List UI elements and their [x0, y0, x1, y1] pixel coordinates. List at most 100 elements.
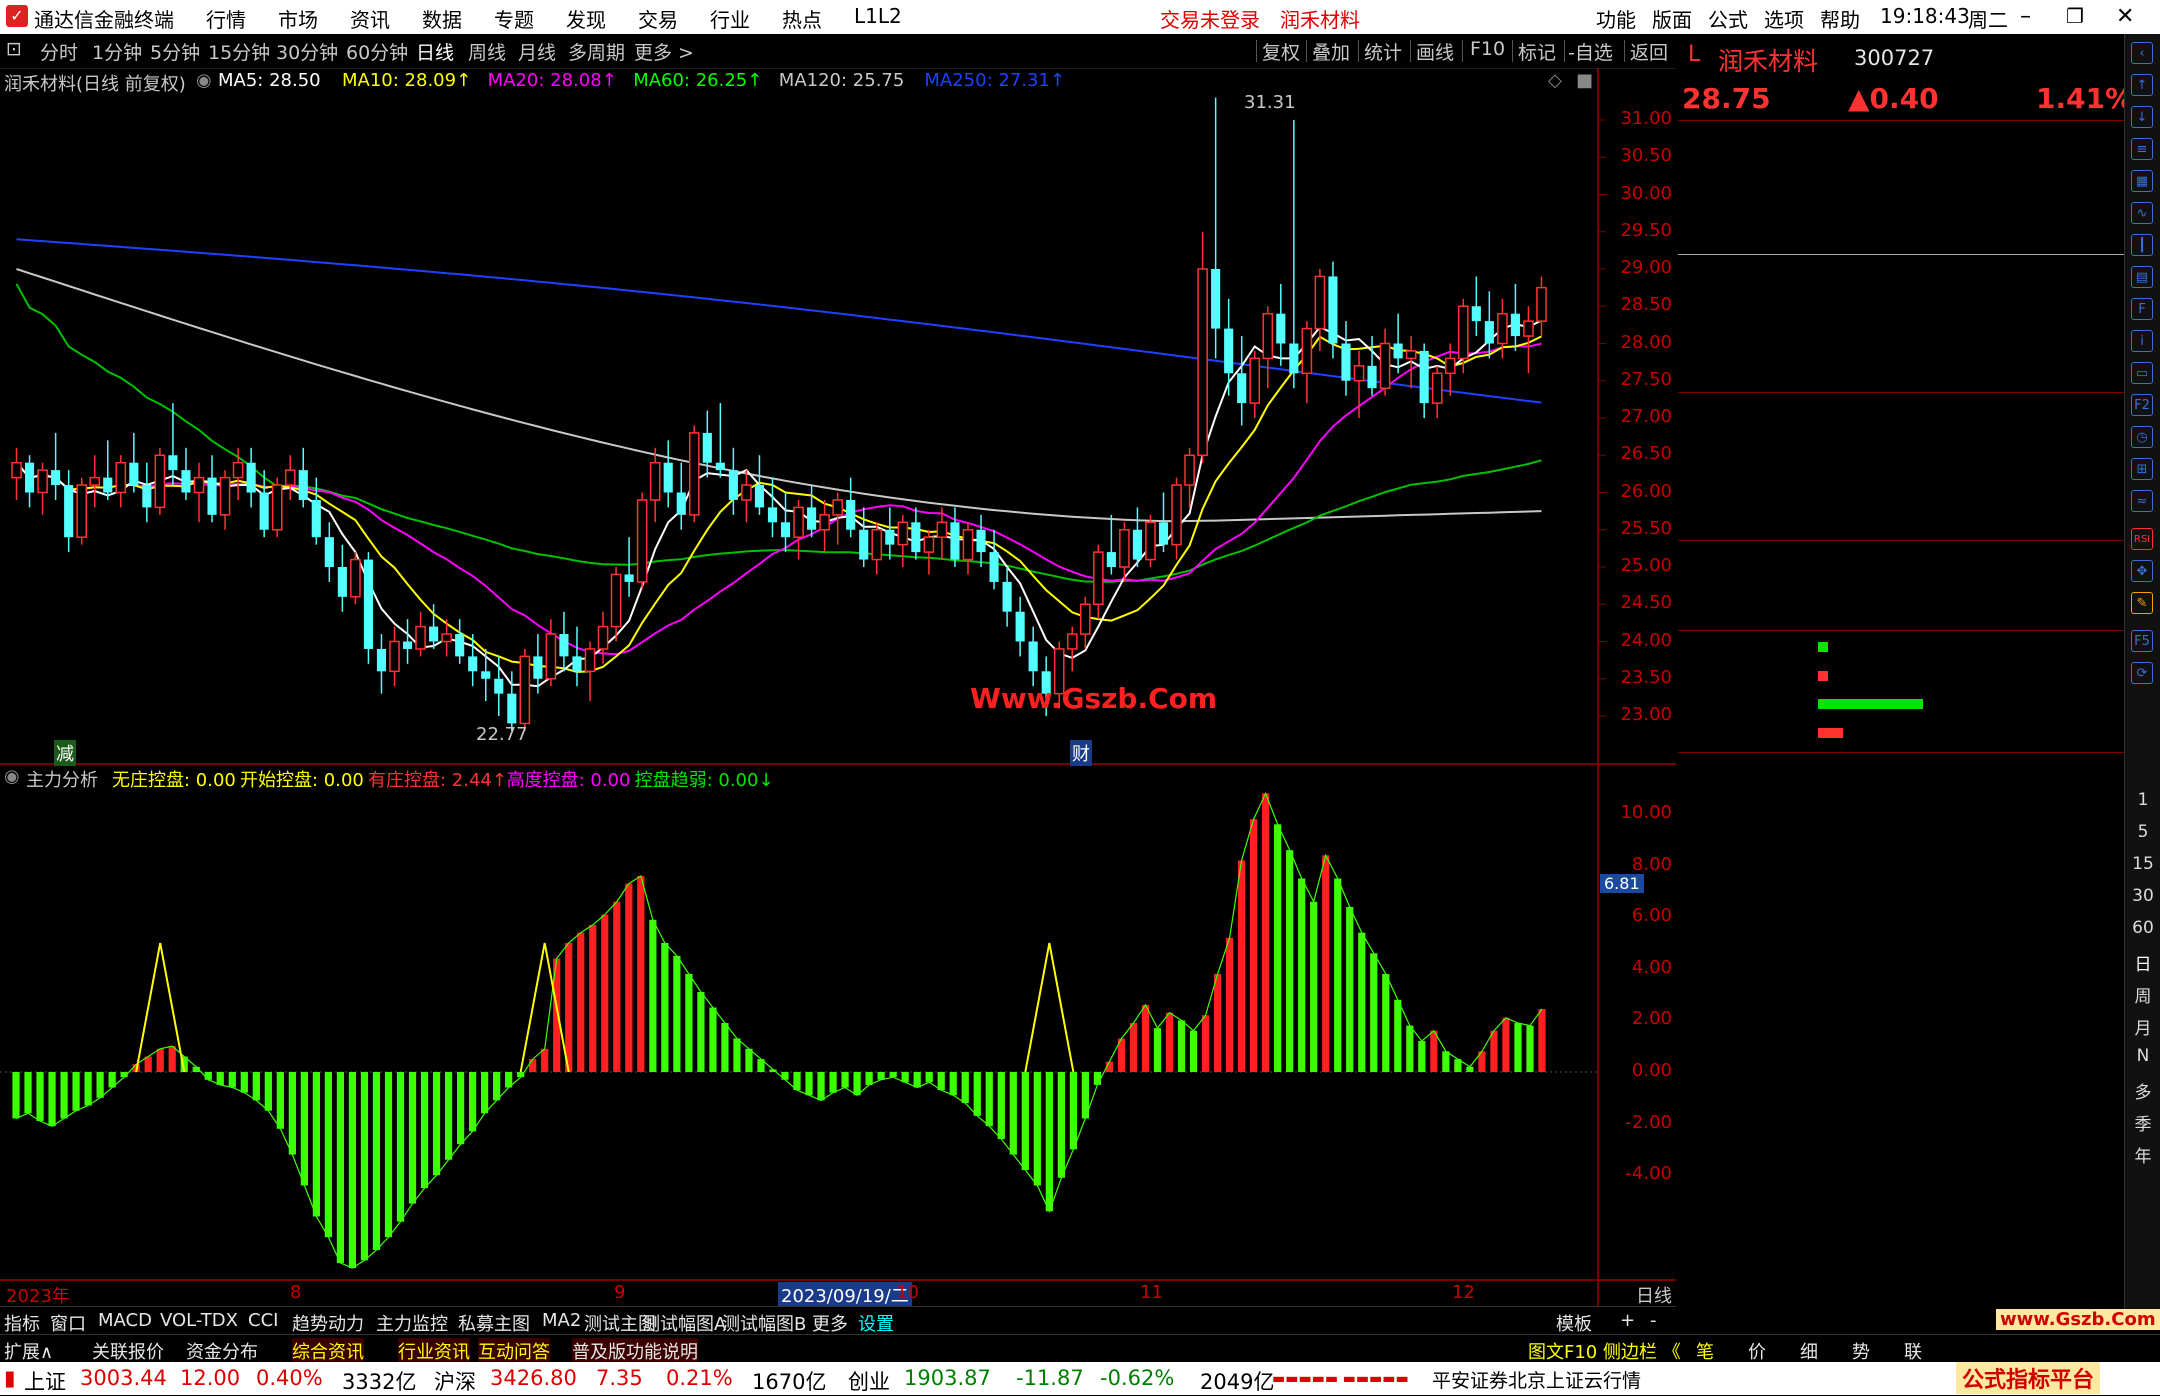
clock-icon[interactable]: ◷ — [2131, 426, 2153, 448]
period-60min[interactable]: 60分钟 — [346, 38, 408, 65]
stat-row[interactable] — [1678, 425, 2124, 452]
move-icon[interactable]: ✥ — [2131, 560, 2153, 582]
table-icon[interactable]: ▤ — [2131, 266, 2153, 288]
tick-row[interactable] — [1678, 1164, 2124, 1191]
candle-chart-icon[interactable]: ┃ — [2131, 234, 2153, 256]
menu-layout[interactable]: 版面 — [1652, 4, 1692, 33]
tool-f10[interactable]: F10 — [1470, 38, 1505, 60]
indicator-tab[interactable]: 主力监控 — [376, 1310, 448, 1336]
date-axis-period[interactable]: 日线 — [1636, 1282, 1672, 1308]
tool-adjust[interactable]: 复权 — [1262, 38, 1300, 65]
chart-compare-icon[interactable]: ⊞ — [2131, 458, 2153, 480]
sz-index-name[interactable]: 沪深 — [434, 1366, 476, 1396]
bid-level-row[interactable] — [1678, 366, 2124, 393]
template-control[interactable]: + — [1620, 1310, 1635, 1331]
ask-level-row[interactable] — [1678, 122, 2124, 149]
info-tab[interactable]: 行业资讯 — [398, 1338, 470, 1364]
info-tab[interactable]: 互动问答 — [478, 1338, 550, 1364]
tick-row[interactable] — [1678, 974, 2124, 1001]
menu-industry[interactable]: 行业 — [710, 4, 750, 33]
stat2-row[interactable] — [1678, 601, 2124, 628]
chart-pin-icon[interactable]: ■ — [1576, 70, 1593, 91]
ask-level-row[interactable] — [1678, 176, 2124, 203]
tick-row[interactable] — [1678, 1082, 2124, 1109]
indicator-tab[interactable]: 窗口 — [50, 1310, 86, 1336]
tick-row[interactable] — [1678, 783, 2124, 810]
tick-row[interactable] — [1678, 865, 2124, 892]
arrow-up-icon[interactable]: ↑ — [2131, 74, 2153, 96]
pencil-icon[interactable]: ✎ — [2131, 592, 2153, 614]
stat-row[interactable] — [1678, 396, 2124, 423]
refresh-icon[interactable]: ⟳ — [2131, 662, 2153, 684]
mark-reduce-badge[interactable]: 减 — [54, 740, 76, 766]
tick-row[interactable] — [1678, 1001, 2124, 1028]
tick-row[interactable] — [1678, 1028, 2124, 1055]
indicator-tab[interactable]: 设置 — [858, 1310, 894, 1336]
tick-row[interactable] — [1678, 1246, 2124, 1273]
side-period-item[interactable]: 60 — [2125, 918, 2160, 938]
menu-options[interactable]: 选项 — [1764, 4, 1804, 33]
close-icon[interactable]: ✕ — [2116, 4, 2134, 29]
side-period-item[interactable]: 周 — [2125, 982, 2160, 1007]
stat-row[interactable] — [1678, 482, 2124, 509]
ask-level-row[interactable] — [1678, 230, 2124, 257]
stat-row[interactable] — [1678, 510, 2124, 537]
tick-row[interactable] — [1678, 1191, 2124, 1218]
side-period-item[interactable]: N — [2125, 1046, 2160, 1066]
fund-flow-row[interactable] — [1678, 634, 2124, 661]
info-tab[interactable]: 普及版功能说明 — [572, 1338, 698, 1364]
menu-quotes[interactable]: 行情 — [206, 4, 246, 33]
panel-tab[interactable]: 势 — [1852, 1338, 1870, 1364]
menu-news[interactable]: 资讯 — [350, 4, 390, 33]
candle[interactable] — [76, 477, 87, 545]
menu-function[interactable]: 功能 — [1596, 4, 1636, 33]
tool-watchlist[interactable]: -自选 — [1568, 38, 1613, 65]
quote-list-icon[interactable]: ≡ — [2131, 138, 2153, 160]
indicator-tab[interactable]: 测试幅图B — [722, 1310, 806, 1336]
menu-help[interactable]: 帮助 — [1820, 4, 1860, 33]
chart-expand-icon[interactable]: ◇ — [1548, 70, 1562, 91]
info-tab[interactable]: 综合资讯 — [292, 1338, 364, 1364]
side-period-item[interactable]: 30 — [2125, 886, 2160, 906]
indicator-settings-icon[interactable]: ◉ — [4, 766, 20, 787]
fund-flow-row[interactable] — [1678, 720, 2124, 747]
minimize-icon[interactable]: – — [2020, 4, 2031, 29]
panel-stock-name[interactable]: 润禾材料 — [1718, 42, 1818, 78]
side-period-item[interactable]: 多 — [2125, 1078, 2160, 1103]
panel-tab[interactable]: 细 — [1800, 1338, 1818, 1364]
stat-row[interactable] — [1678, 453, 2124, 480]
candle[interactable] — [688, 425, 700, 523]
cy-index-name[interactable]: 创业 — [848, 1366, 890, 1396]
indicator-tab[interactable]: 私募主图 — [458, 1310, 530, 1336]
arrow-down-icon[interactable]: ↓ — [2131, 106, 2153, 128]
menu-market[interactable]: 市场 — [278, 4, 318, 33]
period-more[interactable]: 更多 > — [634, 38, 694, 65]
bid-level-row[interactable] — [1678, 339, 2124, 366]
candle[interactable] — [1145, 514, 1156, 567]
panel-tab[interactable]: 笔 — [1696, 1338, 1714, 1364]
candle[interactable] — [350, 552, 361, 605]
candle[interactable] — [363, 552, 373, 664]
indicator-tab[interactable]: 测试幅图A — [642, 1310, 726, 1336]
tick-row[interactable] — [1678, 1137, 2124, 1164]
menu-topics[interactable]: 专题 — [494, 4, 534, 33]
period-1min[interactable]: 1分钟 — [92, 38, 142, 65]
period-multi[interactable]: 多周期 — [568, 38, 625, 65]
side-period-item[interactable]: 1 — [2125, 790, 2160, 810]
collapse-icon[interactable]: ‹ — [2131, 42, 2153, 64]
tick-row[interactable] — [1678, 892, 2124, 919]
tick-row[interactable] — [1678, 1218, 2124, 1245]
panel-tab[interactable]: 价 — [1748, 1338, 1766, 1364]
tick-row[interactable] — [1678, 838, 2124, 865]
sh-index-name[interactable]: 上证 — [24, 1366, 66, 1396]
period-5min[interactable]: 5分钟 — [150, 38, 200, 65]
mark-finance-badge[interactable]: 财 — [1070, 740, 1092, 766]
stat2-row[interactable] — [1678, 544, 2124, 571]
info-tab[interactable]: 扩展∧ — [4, 1338, 53, 1364]
candle[interactable] — [636, 492, 648, 590]
template-control[interactable]: - — [1650, 1310, 1657, 1331]
ask-level-row[interactable] — [1678, 203, 2124, 230]
period-monthly[interactable]: 月线 — [518, 38, 556, 65]
side-period-item[interactable]: 季 — [2125, 1110, 2160, 1135]
panel-tab[interactable]: 联 — [1904, 1338, 1922, 1364]
